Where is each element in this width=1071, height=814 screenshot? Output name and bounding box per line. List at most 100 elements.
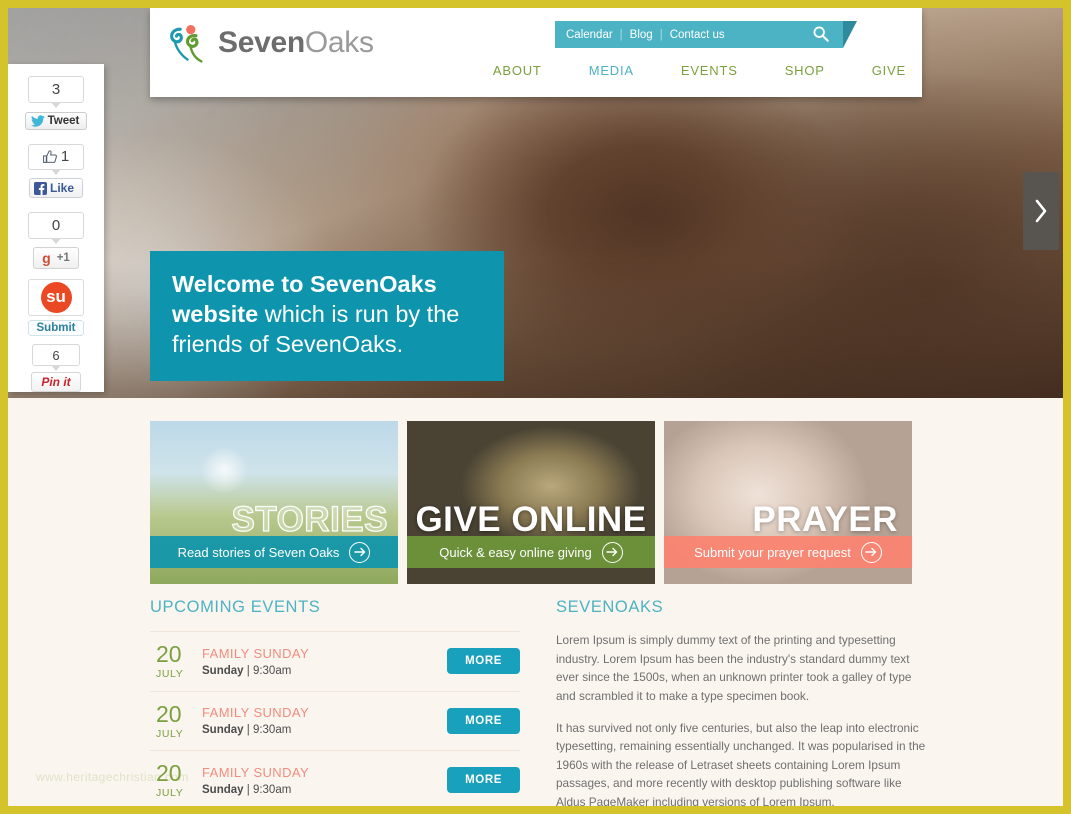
facebook-icon [33,181,47,195]
gplus-button[interactable]: g +1 [33,246,79,269]
utility-ribbon: Calendar | Blog | Contact us [555,21,843,48]
prayer-card-caption-bar[interactable]: Submit your prayer request [664,536,912,568]
stories-card-title: STORIES [231,499,388,539]
give-online-card-caption: Quick & easy online giving [439,544,592,560]
event-name: FAMILY SUNDAY [202,645,310,661]
event-info: FAMILY SUNDAY Sunday | 9:30am [202,646,447,677]
nav-item-give[interactable]: GIVE [872,63,906,78]
event-date: 20 JULY [156,643,202,680]
social-share-rail: 3 Tweet 1 Like 0 g +1 su Submit 6 Pin it [8,64,104,393]
give-online-card-caption-bar[interactable]: Quick & easy online giving [407,536,655,568]
event-row[interactable]: 20 JULY FAMILY SUNDAY Sunday | 9:30am MO… [150,750,520,806]
nav-item-events[interactable]: EVENTS [681,63,738,78]
event-weekday: Sunday [202,724,244,737]
facebook-like-button[interactable]: Like [28,178,83,198]
main-nav: ABOUT MEDIA EVENTS SHOP GIVE [493,63,906,78]
event-row[interactable]: 20 JULY FAMILY SUNDAY Sunday | 9:30am MO… [150,690,520,751]
hero-caption: Welcome to SevenOaks website which is ru… [150,251,504,382]
prayer-card-caption: Submit your prayer request [694,544,851,560]
tweet-count-bubble: 3 [28,76,84,107]
feature-card-stories[interactable]: STORIES Read stories of Seven Oaks [150,421,398,584]
event-month: JULY [156,787,184,799]
event-info: FAMILY SUNDAY Sunday | 9:30am [202,765,447,796]
pinterest-count-bubble: 6 [32,344,80,371]
page-viewport: Welcome to SevenOaks website which is ru… [8,8,1063,806]
event-weekday: Sunday [202,664,244,677]
event-more-button[interactable]: MORE [447,648,520,675]
logo-wordmark: SevenOaks [218,26,374,60]
page-watermark: www.heritagechristian.com [36,770,189,784]
event-meta: Sunday | 9:30am [202,665,447,677]
chevron-right-icon [1035,199,1046,223]
event-name: FAMILY SUNDAY [202,705,310,721]
stories-card-caption: Read stories of Seven Oaks [177,544,340,560]
stumbleupon-submit-button[interactable]: Submit [27,320,85,337]
google-plus-icon: g [42,249,51,266]
pinterest-pin-button[interactable]: Pin it [31,372,81,393]
utility-links: Calendar | Blog | Contact us [566,29,725,41]
about-section: SEVENOAKS Lorem Ipsum is simply dummy te… [556,598,928,806]
facebook-like-count: 1 [60,148,70,166]
nav-item-about[interactable]: ABOUT [493,63,542,78]
pinterest-label: Pin it [41,375,71,390]
logo-seven: Seven [218,26,305,59]
stumbleupon-button-box: su [28,278,84,317]
arrow-right-icon [601,541,623,563]
feature-card-prayer[interactable]: PRAYER Submit your prayer request [664,421,912,584]
browser-frame-left [0,0,8,814]
event-month: JULY [156,668,184,680]
event-name: FAMILY SUNDAY [202,764,310,780]
utility-separator-1: | [619,28,623,41]
site-logo[interactable]: SevenOaks [165,20,374,66]
event-time: 9:30am [252,664,292,677]
event-meta: Sunday | 9:30am [202,784,447,796]
event-day: 20 [156,641,182,667]
upcoming-events-title: UPCOMING EVENTS [150,598,321,616]
event-more-button[interactable]: MORE [447,707,520,734]
utility-link-contact-us[interactable]: Contact us [670,29,725,41]
facebook-like-count-bubble: 1 [28,143,84,175]
logo-oaks: Oaks [304,26,374,59]
facebook-like-label: Like [49,181,74,195]
event-time: 9:30am [252,724,292,737]
event-row[interactable]: 20 JULY FAMILY SUNDAY Sunday | 9:30am MO… [150,631,520,691]
event-weekday: Sunday [202,783,244,796]
event-day: 20 [156,700,182,727]
utility-separator-2: | [659,28,663,41]
event-time: 9:30am [252,783,292,796]
stories-card-caption-bar[interactable]: Read stories of Seven Oaks [150,536,398,568]
search-icon[interactable] [812,25,830,43]
browser-frame-bottom [0,806,1071,814]
give-online-card-title: GIVE ONLINE [415,500,647,539]
event-meta: Sunday | 9:30am [202,724,447,736]
arrow-right-icon [349,541,371,563]
event-more-button[interactable]: MORE [447,767,520,794]
stumbleupon-icon[interactable]: su [40,281,72,313]
browser-frame-top [0,0,1071,8]
tweet-button[interactable]: Tweet [24,111,88,130]
utility-link-calendar[interactable]: Calendar [566,29,613,41]
event-date: 20 JULY [156,700,202,740]
gplus-count-bubble: 0 [28,212,84,243]
nav-item-media[interactable]: MEDIA [589,63,634,78]
feature-cards: STORIES Read stories of Seven Oaks GIVE … [150,421,912,584]
sevenoaks-logo-icon [170,25,203,63]
upcoming-events-section: UPCOMING EVENTS 20 JULY FAMILY SUNDAY Su… [150,598,520,806]
tweet-label: Tweet [47,114,80,127]
utility-link-blog[interactable]: Blog [630,29,653,41]
about-title: SEVENOAKS [556,598,664,616]
about-paragraph-1: Lorem Ipsum is simply dummy text of the … [556,633,912,703]
gplus-label: +1 [56,251,70,264]
event-info: FAMILY SUNDAY Sunday | 9:30am [202,705,447,736]
lower-columns: UPCOMING EVENTS 20 JULY FAMILY SUNDAY Su… [150,598,928,806]
arrow-right-icon [860,541,882,563]
twitter-icon [30,114,45,127]
ribbon-fold [843,21,857,48]
main-content: STORIES Read stories of Seven Oaks GIVE … [8,398,1063,806]
feature-card-give-online[interactable]: GIVE ONLINE Quick & easy online giving [407,421,655,584]
nav-item-shop[interactable]: SHOP [785,63,825,78]
prayer-card-title: PRAYER [752,500,898,539]
event-month: JULY [156,727,184,740]
slider-next-button[interactable] [1023,172,1059,250]
browser-frame-right [1063,0,1071,814]
